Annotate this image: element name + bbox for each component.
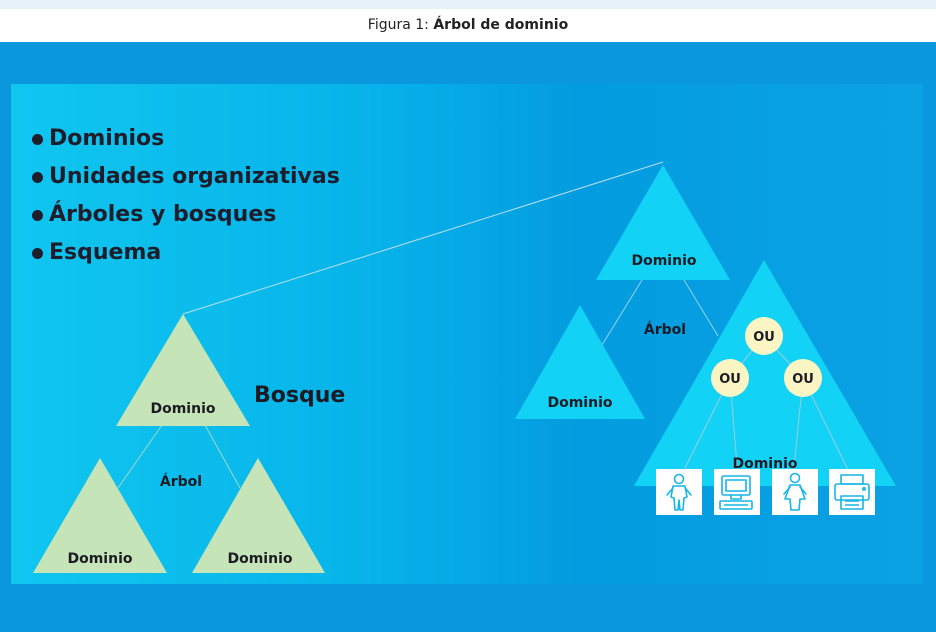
printer-icon xyxy=(829,469,875,515)
forest-label: Bosque xyxy=(254,383,345,408)
domain-label: Dominio xyxy=(631,253,696,269)
domain-triangle-child-big xyxy=(634,260,896,486)
domain-label: Dominio xyxy=(547,395,612,411)
tree-connector xyxy=(683,279,719,337)
domain-label: Dominio xyxy=(150,401,215,417)
ou-label: OU xyxy=(753,330,775,345)
tree-label: Árbol xyxy=(644,321,686,338)
computer-icon xyxy=(714,469,760,515)
ou-label: OU xyxy=(792,372,814,387)
tree-connector xyxy=(117,424,163,489)
user-icon xyxy=(656,469,702,515)
domain-label: Dominio xyxy=(67,551,132,567)
ou-label: OU xyxy=(719,372,741,387)
domain-label: Dominio xyxy=(227,551,292,567)
tree-connector xyxy=(204,424,241,489)
tree-connector xyxy=(601,279,643,346)
forest-connector xyxy=(182,161,664,315)
domain-diagram: Dominio Árbol Dominio Dominio Bosque Dom… xyxy=(33,161,896,573)
tree-label: Árbol xyxy=(160,473,202,490)
user-female-icon xyxy=(772,469,818,515)
